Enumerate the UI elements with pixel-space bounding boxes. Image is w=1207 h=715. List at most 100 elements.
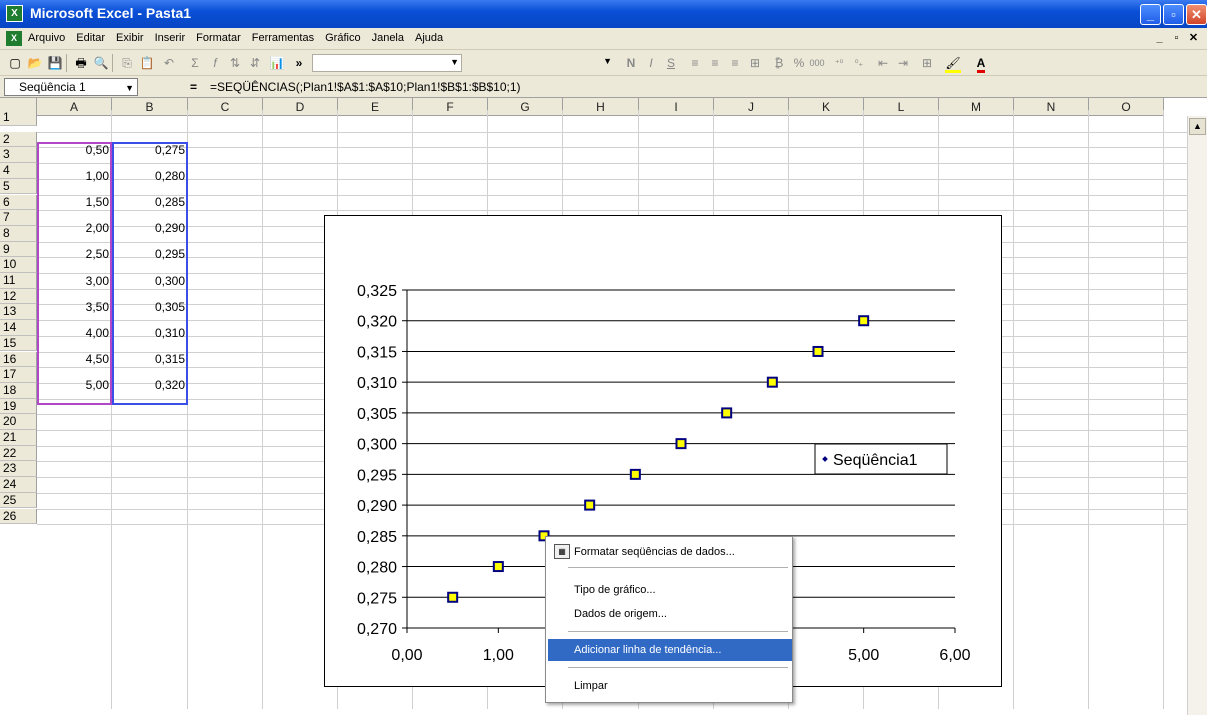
column-header[interactable]: C <box>188 98 263 116</box>
print-icon[interactable]: 🖶 <box>72 54 90 72</box>
data-point[interactable] <box>584 499 596 511</box>
column-header[interactable]: A <box>37 98 112 116</box>
row-header[interactable]: 20 <box>0 414 37 430</box>
center-icon[interactable]: ≡ <box>706 54 724 72</box>
row-header[interactable]: 24 <box>0 477 37 493</box>
row-header[interactable]: 8 <box>0 225 37 242</box>
font-color-icon[interactable]: A <box>972 54 990 73</box>
menu-arquivo[interactable]: Arquivo <box>28 32 65 44</box>
decrease-decimal-icon[interactable]: ⁰₊ <box>850 54 868 72</box>
row-header[interactable]: 15 <box>0 335 37 352</box>
toolbar-options-icon[interactable]: » <box>290 54 308 72</box>
menu-item-clear[interactable]: Limpar <box>548 675 792 697</box>
new-icon[interactable]: ▢ <box>6 54 24 72</box>
maximize-button[interactable]: ▫ <box>1163 4 1184 25</box>
data-point[interactable] <box>629 468 641 480</box>
print-preview-icon[interactable]: 🔍 <box>92 54 110 72</box>
underline-icon[interactable]: S <box>662 54 680 72</box>
column-header[interactable]: L <box>864 98 939 116</box>
menu-item-add-trendline[interactable]: Adicionar linha de tendência... <box>548 639 792 661</box>
data-point[interactable] <box>721 407 733 419</box>
column-header[interactable]: M <box>939 98 1014 116</box>
chart-wizard-icon[interactable]: 📊 <box>268 54 286 72</box>
save-icon[interactable]: 💾 <box>46 54 64 72</box>
menu-exibir[interactable]: Exibir <box>116 32 144 44</box>
merge-center-icon[interactable]: ⊞ <box>746 54 764 72</box>
increase-indent-icon[interactable]: ⇥ <box>894 54 912 72</box>
row-header[interactable]: 11 <box>0 273 37 289</box>
chevron-down-icon[interactable]: ▼ <box>125 80 134 96</box>
column-header[interactable]: D <box>263 98 338 116</box>
row-header[interactable]: 23 <box>0 461 37 478</box>
font-size-combo[interactable]: ▼ <box>466 54 616 72</box>
menu-item-format-series[interactable]: ▦ Formatar seqüências de dados... <box>548 541 792 563</box>
row-header[interactable]: 12 <box>0 288 37 305</box>
row-header[interactable]: 3 <box>0 147 37 164</box>
column-header[interactable]: G <box>488 98 563 116</box>
currency-icon[interactable]: ₿ <box>770 54 788 72</box>
open-icon[interactable]: 📂 <box>26 54 44 72</box>
percent-icon[interactable]: % <box>790 54 808 72</box>
row-header[interactable]: 10 <box>0 257 37 273</box>
row-header[interactable]: 21 <box>0 430 37 446</box>
row-header[interactable]: 5 <box>0 178 37 195</box>
row-header[interactable]: 6 <box>0 194 37 211</box>
data-point[interactable] <box>492 561 504 573</box>
minimize-button[interactable]: _ <box>1140 4 1161 25</box>
menu-formatar[interactable]: Formatar <box>196 32 241 44</box>
column-header[interactable]: B <box>112 98 188 116</box>
data-point[interactable] <box>447 591 459 603</box>
menu-item-source-data[interactable]: Dados de origem... <box>548 603 792 625</box>
bold-icon[interactable]: N <box>622 54 640 72</box>
doc-minimize-button[interactable]: _ <box>1152 31 1167 45</box>
menu-ajuda[interactable]: Ajuda <box>415 32 443 44</box>
italic-icon[interactable]: I <box>642 54 660 72</box>
column-header[interactable]: I <box>639 98 714 116</box>
paste-icon[interactable]: 📋 <box>138 54 156 72</box>
row-header[interactable]: 22 <box>0 445 37 462</box>
column-header[interactable]: N <box>1014 98 1089 116</box>
row-header[interactable]: 19 <box>0 398 37 415</box>
menu-janela[interactable]: Janela <box>372 32 404 44</box>
row-header[interactable]: 13 <box>0 304 37 321</box>
autosum-icon[interactable]: Σ <box>186 54 204 72</box>
decrease-indent-icon[interactable]: ⇤ <box>874 54 892 72</box>
data-point[interactable] <box>812 345 824 357</box>
menu-item-chart-type[interactable]: Tipo de gráfico... <box>548 579 792 601</box>
data-point[interactable] <box>858 315 870 327</box>
name-box[interactable]: Seqüência 1 ▼ <box>4 78 138 96</box>
column-header[interactable]: J <box>714 98 789 116</box>
excel-icon[interactable]: X <box>6 31 22 46</box>
borders-icon[interactable]: ⊞ <box>918 54 936 72</box>
row-header[interactable]: 4 <box>0 163 37 179</box>
row-header[interactable]: 2 <box>0 131 37 148</box>
sort-asc-icon[interactable]: ⇅ <box>226 54 244 72</box>
menu-editar[interactable]: Editar <box>76 32 105 44</box>
fill-color-icon[interactable]: 🖌 <box>944 54 962 73</box>
row-header[interactable]: 14 <box>0 320 37 336</box>
row-header[interactable]: 16 <box>0 351 37 368</box>
column-header[interactable]: H <box>563 98 639 116</box>
font-name-combo[interactable]: ▼ <box>312 54 462 72</box>
function-icon[interactable]: f <box>206 54 224 72</box>
data-point[interactable] <box>675 438 687 450</box>
increase-decimal-icon[interactable]: ⁺⁰ <box>830 54 848 72</box>
column-header[interactable]: O <box>1089 98 1164 116</box>
row-header[interactable]: 9 <box>0 241 37 258</box>
close-button[interactable]: ✕ <box>1186 4 1207 25</box>
data-point[interactable] <box>766 376 778 388</box>
align-right-icon[interactable]: ≡ <box>726 54 744 72</box>
menu-inserir[interactable]: Inserir <box>155 32 186 44</box>
menu-grafico[interactable]: Gráfico <box>325 32 360 44</box>
undo-icon[interactable]: ↶ <box>160 54 178 72</box>
row-header[interactable]: 26 <box>0 508 37 525</box>
excel-icon[interactable]: X <box>6 5 23 22</box>
column-header[interactable]: F <box>413 98 488 116</box>
row-header[interactable]: 18 <box>0 382 37 399</box>
menu-ferramentas[interactable]: Ferramentas <box>252 32 314 44</box>
column-header[interactable]: E <box>338 98 413 116</box>
copy-icon[interactable]: ⎘ <box>118 54 136 72</box>
doc-restore-button[interactable]: ▫ <box>1169 31 1184 45</box>
doc-close-button[interactable]: ✕ <box>1186 31 1201 45</box>
column-header[interactable]: K <box>789 98 864 116</box>
